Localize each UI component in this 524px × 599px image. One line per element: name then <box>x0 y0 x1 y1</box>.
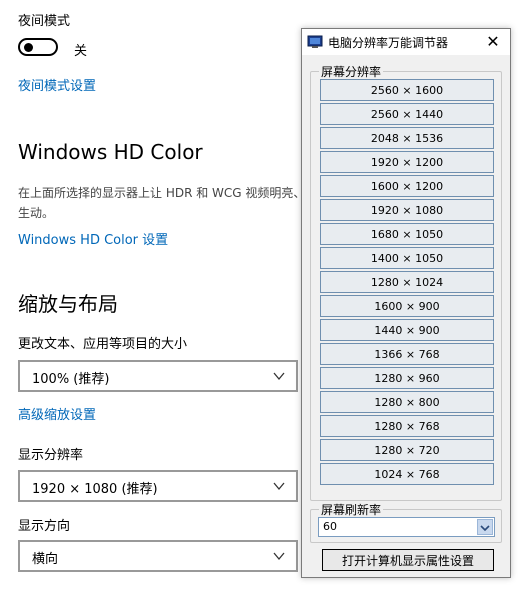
resolution-button[interactable]: 1400 × 1050 <box>320 247 494 269</box>
chevron-down-icon <box>273 552 285 561</box>
chevron-down-icon <box>273 482 285 491</box>
resolution-button[interactable]: 1280 × 768 <box>320 415 494 437</box>
resolution-button[interactable]: 1680 × 1050 <box>320 223 494 245</box>
resolution-button[interactable]: 1280 × 960 <box>320 367 494 389</box>
open-display-settings-button[interactable]: 打开计算机显示属性设置 <box>322 549 494 571</box>
text-size-dropdown[interactable]: 100% (推荐) <box>18 360 298 392</box>
resolution-button[interactable]: 1280 × 800 <box>320 391 494 413</box>
close-icon[interactable]: ✕ <box>480 31 506 53</box>
night-mode-state: 关 <box>74 44 88 59</box>
resolution-button[interactable]: 1366 × 768 <box>320 343 494 365</box>
resolution-group-label: 屏幕分辨率 <box>319 63 384 80</box>
chevron-down-icon <box>273 372 285 381</box>
resolution-label: 显示分辨率 <box>18 448 84 463</box>
refresh-group-label: 屏幕刷新率 <box>319 501 384 518</box>
resolution-value: 1920 × 1080 (推荐) <box>32 482 158 497</box>
orientation-dropdown[interactable]: 横向 <box>18 540 298 572</box>
text-size-value: 100% (推荐) <box>32 372 110 387</box>
text-size-label: 更改文本、应用等项目的大小 <box>18 337 188 352</box>
window-title: 电脑分辨率万能调节器 <box>328 36 449 50</box>
resolution-button[interactable]: 1600 × 900 <box>320 295 494 317</box>
resolution-button[interactable]: 1920 × 1200 <box>320 151 494 173</box>
resolution-button[interactable]: 1600 × 1200 <box>320 175 494 197</box>
monitor-icon <box>307 35 323 48</box>
resolution-button[interactable]: 1440 × 900 <box>320 319 494 341</box>
night-mode-label: 夜间模式 <box>18 14 71 29</box>
advanced-scale-link[interactable]: 高级缩放设置 <box>18 404 96 423</box>
toggle-knob <box>24 43 33 52</box>
orientation-value: 横向 <box>32 552 59 567</box>
resolution-tool-window: 电脑分辨率万能调节器 ✕ 屏幕分辨率 2560 × 1600 2560 × 144… <box>301 28 511 578</box>
resolution-button[interactable]: 1920 × 1080 <box>320 199 494 221</box>
resolution-button[interactable]: 1024 × 768 <box>320 463 494 485</box>
hdr-heading: Windows HD Color <box>18 140 203 164</box>
resolution-button[interactable]: 1280 × 720 <box>320 439 494 461</box>
resolution-button[interactable]: 2048 × 1536 <box>320 127 494 149</box>
resolution-button[interactable]: 2560 × 1600 <box>320 79 494 101</box>
refresh-rate-value: 60 <box>323 520 337 533</box>
refresh-rate-select[interactable]: 60 <box>318 517 495 537</box>
orientation-label: 显示方向 <box>18 519 71 534</box>
night-mode-toggle[interactable] <box>18 38 58 56</box>
chevron-down-icon[interactable] <box>477 519 493 535</box>
night-mode-settings-link[interactable]: 夜间模式设置 <box>18 75 96 94</box>
scale-heading: 缩放与布局 <box>18 292 118 316</box>
resolution-dropdown[interactable]: 1920 × 1080 (推荐) <box>18 470 298 502</box>
resolution-button[interactable]: 1280 × 1024 <box>320 271 494 293</box>
hdr-description: 在上面所选择的显示器上让 HDR 和 WCG 视频明亮、更生动。 <box>18 186 318 220</box>
title-bar[interactable]: 电脑分辨率万能调节器 ✕ <box>302 29 510 55</box>
resolution-button[interactable]: 2560 × 1440 <box>320 103 494 125</box>
hdr-settings-link[interactable]: Windows HD Color 设置 <box>18 229 168 248</box>
